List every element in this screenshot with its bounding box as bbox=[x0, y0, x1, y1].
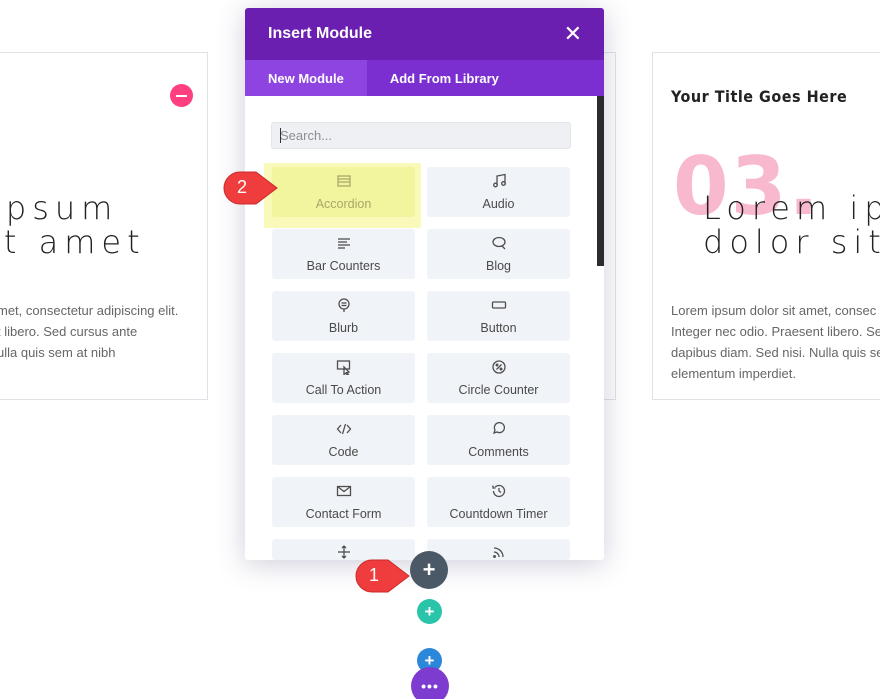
module-label: Contact Form bbox=[305, 507, 382, 521]
module-audio[interactable]: Audio bbox=[427, 167, 570, 217]
module-label: Countdown Timer bbox=[449, 507, 548, 521]
more-options-button[interactable]: ••• bbox=[411, 667, 449, 699]
scrollbar[interactable] bbox=[597, 96, 604, 266]
module-label: Accordion bbox=[315, 197, 372, 211]
module-label: Code bbox=[328, 445, 359, 459]
module-button[interactable]: Button bbox=[427, 291, 570, 341]
right-card-heading-line-1: Lorem ipsu bbox=[703, 189, 880, 227]
modal-title: Insert Module bbox=[268, 25, 373, 42]
module-contact-form[interactable]: Contact Form bbox=[272, 477, 415, 527]
module-label: Blurb bbox=[328, 321, 359, 335]
add-module-button[interactable]: + bbox=[410, 551, 448, 589]
button-icon bbox=[491, 296, 507, 314]
blurb-icon bbox=[336, 296, 352, 314]
right-card-body-line-1: Lorem ipsum dolor sit amet, consec bbox=[671, 303, 877, 318]
module-circle-counter[interactable]: Circle Counter bbox=[427, 353, 570, 403]
code-icon bbox=[336, 420, 352, 438]
text-cursor bbox=[280, 128, 281, 143]
accordion-icon bbox=[336, 172, 352, 190]
remove-module-button[interactable] bbox=[170, 84, 193, 107]
right-card-body-line-3: dapibus diam. Sed nisi. Nulla quis se bbox=[671, 345, 880, 360]
callout-1: 1 bbox=[352, 558, 410, 594]
right-content-card: Your Title Goes Here 03. Lorem ipsu dolo… bbox=[652, 52, 880, 400]
bar-counters-icon bbox=[336, 234, 352, 252]
module-rss[interactable] bbox=[427, 539, 570, 560]
call-to-action-icon bbox=[336, 358, 352, 376]
music-note-icon bbox=[491, 172, 507, 190]
tab-add-from-library[interactable]: Add From Library bbox=[366, 60, 522, 96]
module-bar-counters[interactable]: Bar Counters bbox=[272, 229, 415, 279]
right-card-heading-line-2: dolor sit a bbox=[703, 223, 880, 261]
callout-1-number: 1 bbox=[368, 565, 379, 585]
module-countdown-timer[interactable]: Countdown Timer bbox=[427, 477, 570, 527]
close-icon[interactable]: ✕ bbox=[564, 23, 582, 45]
right-card-title: Your Title Goes Here bbox=[671, 87, 848, 106]
module-blurb[interactable]: Blurb bbox=[272, 291, 415, 341]
tab-new-module[interactable]: New Module bbox=[245, 60, 367, 96]
search-input[interactable] bbox=[271, 122, 571, 149]
left-card-body-line-1: met, consectetur adipiscing elit. bbox=[0, 303, 179, 318]
module-divider[interactable] bbox=[272, 539, 415, 560]
module-label: Circle Counter bbox=[458, 383, 539, 397]
module-comments[interactable]: Comments bbox=[427, 415, 570, 465]
left-card-body-line-2: t libero. Sed cursus ante bbox=[0, 324, 138, 339]
module-label: Comments bbox=[468, 445, 529, 459]
module-label: Button bbox=[480, 321, 517, 335]
circle-counter-icon bbox=[491, 358, 507, 376]
comments-icon bbox=[491, 420, 507, 438]
callout-2-number: 2 bbox=[236, 177, 247, 197]
add-row-button[interactable]: + bbox=[417, 599, 442, 624]
countdown-timer-icon bbox=[491, 482, 507, 500]
module-code[interactable]: Code bbox=[272, 415, 415, 465]
module-label: Audio bbox=[482, 197, 515, 211]
envelope-icon bbox=[336, 482, 352, 500]
chat-bubble-icon bbox=[491, 234, 507, 252]
module-call-to-action[interactable]: Call To Action bbox=[272, 353, 415, 403]
rss-icon bbox=[491, 544, 507, 560]
left-card-body-line-3: ulla quis sem at nibh bbox=[0, 345, 116, 360]
left-card-heading-line-1: ipsum bbox=[0, 189, 119, 227]
module-accordion[interactable]: Accordion bbox=[272, 167, 415, 217]
divider-icon bbox=[336, 544, 352, 560]
module-blog[interactable]: Blog bbox=[427, 229, 570, 279]
modal-header: Insert Module ✕ bbox=[245, 8, 604, 60]
modal-tabs: New Module Add From Library bbox=[245, 60, 604, 96]
module-label: Call To Action bbox=[305, 383, 382, 397]
module-label: Blog bbox=[485, 259, 512, 273]
right-card-body-line-4: elementum imperdiet. bbox=[671, 366, 796, 381]
left-card-heading-line-2: it amet bbox=[0, 223, 146, 261]
callout-2: 2 bbox=[220, 170, 278, 206]
right-card-body-line-2: Integer nec odio. Praesent libero. Se bbox=[671, 324, 880, 339]
module-label: Bar Counters bbox=[306, 259, 381, 273]
